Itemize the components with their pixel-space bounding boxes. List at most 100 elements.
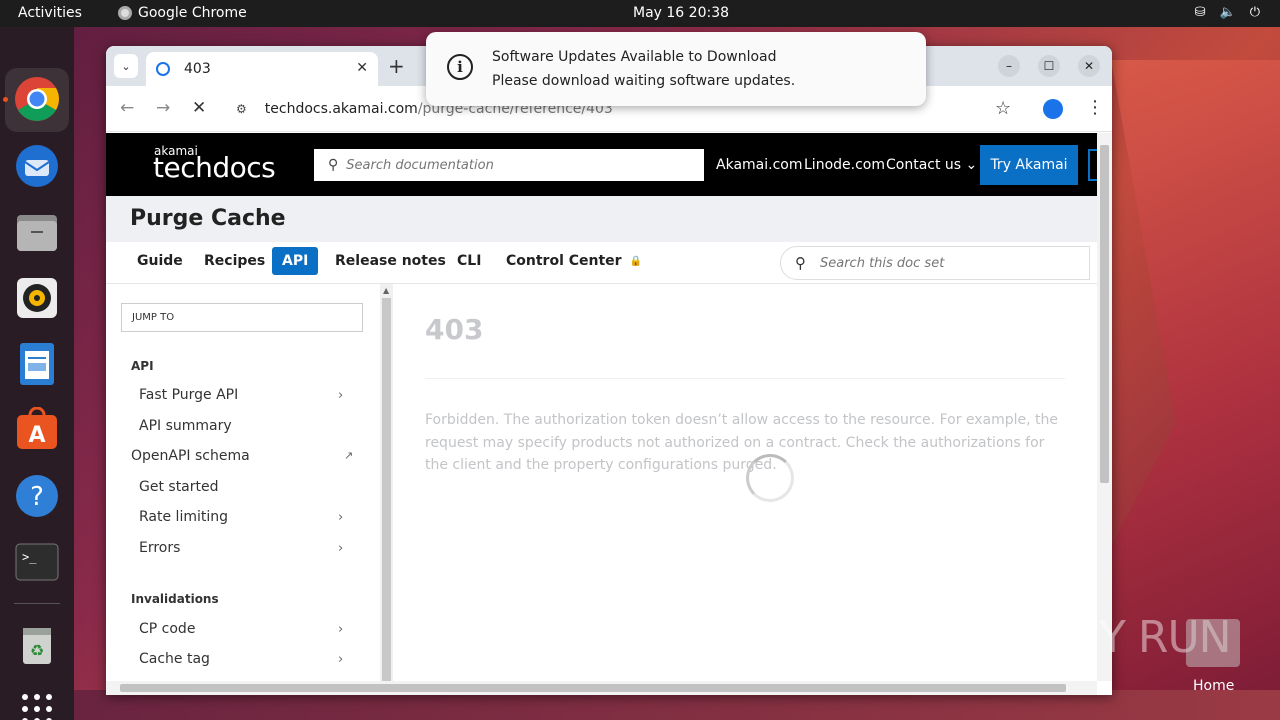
- sidebar-section-api: API: [131, 359, 154, 373]
- info-icon: i: [447, 54, 473, 80]
- tab-guide[interactable]: Guide: [127, 247, 193, 275]
- try-akamai-button[interactable]: Try Akamai: [980, 145, 1078, 185]
- tab-release-notes[interactable]: Release notes: [325, 247, 456, 275]
- tab-title: 403: [184, 61, 211, 77]
- minimize-button[interactable]: –: [998, 55, 1020, 77]
- sidebar-item-errors[interactable]: Errors: [139, 540, 180, 556]
- contact-us-link[interactable]: Contact us ⌄: [886, 157, 977, 173]
- show-apps-icon[interactable]: [13, 685, 61, 720]
- sidebar-scrollbar[interactable]: ▲: [380, 284, 393, 681]
- profile-avatar[interactable]: [1043, 99, 1063, 119]
- sidebar-section-invalidations: Invalidations: [131, 592, 219, 606]
- close-tab-icon[interactable]: ✕: [356, 60, 368, 76]
- sidebar-scroll-thumb[interactable]: [382, 298, 391, 681]
- tab-control-center[interactable]: Control Center 🔒: [496, 247, 652, 275]
- partial-button-edge: [1088, 149, 1097, 181]
- chrome-icon: [118, 6, 132, 20]
- site-info-icon[interactable]: ⚙: [236, 102, 247, 116]
- docs-search-input[interactable]: [346, 157, 677, 173]
- divider: [425, 378, 1065, 379]
- sidebar-item-get-started[interactable]: Get started: [139, 479, 219, 495]
- svg-text:♻: ♻: [30, 641, 44, 660]
- docset-search-input[interactable]: [820, 255, 1050, 271]
- jump-to-select[interactable]: JUMP TO: [121, 303, 363, 332]
- svg-text:>_: >_: [22, 550, 37, 564]
- sidebar-item-cp-code[interactable]: CP code: [139, 621, 195, 637]
- dock: A ? >_ ♻: [0, 27, 74, 720]
- search-icon: ⚲: [328, 157, 339, 173]
- app-menu[interactable]: Google Chrome: [118, 5, 247, 21]
- tab-recipes[interactable]: Recipes: [194, 247, 275, 275]
- power-icon: ⏻: [1249, 5, 1260, 20]
- scroll-up-arrow-icon[interactable]: ▲: [383, 286, 389, 295]
- chevron-right-icon[interactable]: ›: [338, 622, 343, 637]
- external-link-icon: ↗: [344, 449, 354, 462]
- activities-button[interactable]: Activities: [18, 5, 82, 21]
- chevron-down-icon: ⌄: [965, 157, 978, 173]
- sidebar-item-fast-purge-api[interactable]: Fast Purge API: [139, 387, 238, 403]
- system-tray[interactable]: ⛁ 🔈 ⏻: [1195, 5, 1260, 20]
- site-header: akamai techdocs ⚲ Akamai.com Linode.com …: [106, 133, 1097, 196]
- svg-text:?: ?: [30, 482, 44, 512]
- menu-kebab-icon[interactable]: ⋮: [1086, 97, 1104, 118]
- sidebar-item-cache-tag[interactable]: Cache tag: [139, 651, 210, 667]
- back-button[interactable]: ←: [120, 98, 134, 118]
- horizontal-scroll-thumb[interactable]: [120, 684, 1066, 692]
- thunderbird-icon[interactable]: [13, 142, 61, 190]
- akamai-com-link[interactable]: Akamai.com: [716, 157, 802, 173]
- browser-tab[interactable]: 403 ✕: [146, 52, 378, 86]
- home-folder-label[interactable]: Home: [1193, 678, 1234, 694]
- lock-icon: 🔒: [629, 255, 643, 267]
- bookmark-star-icon[interactable]: ☆: [995, 98, 1011, 119]
- chevron-right-icon[interactable]: ›: [338, 510, 343, 525]
- rhythmbox-icon[interactable]: [13, 274, 61, 322]
- vertical-scroll-thumb[interactable]: [1100, 145, 1109, 483]
- tab-search-button[interactable]: ⌄: [114, 54, 138, 78]
- tab-api[interactable]: API: [272, 247, 319, 275]
- new-tab-button[interactable]: +: [388, 54, 405, 78]
- network-icon: ⛁: [1194, 5, 1206, 20]
- tab-cli[interactable]: CLI: [447, 247, 491, 275]
- help-icon[interactable]: ?: [13, 472, 61, 520]
- chevron-right-icon[interactable]: ›: [338, 388, 343, 403]
- chrome-window: ⌄ 403 ✕ + – ☐ ✕ ← → ✕ ⚙ techdocs.akamai.…: [106, 46, 1112, 695]
- chrome-dock-icon[interactable]: [13, 75, 61, 123]
- sidebar: JUMP TO API Fast Purge API › API summary…: [106, 284, 380, 681]
- page-vertical-scrollbar[interactable]: [1097, 133, 1112, 681]
- error-description: Forbidden. The authorization token doesn…: [425, 412, 1059, 473]
- logo-techdocs-text[interactable]: techdocs: [153, 151, 276, 184]
- page-heading: 403: [425, 313, 484, 346]
- tab-control-center-label: Control Center: [506, 253, 622, 269]
- chevron-right-icon[interactable]: ›: [338, 652, 343, 667]
- update-notification[interactable]: i Software Updates Available to Download…: [426, 32, 926, 106]
- maximize-button[interactable]: ☐: [1038, 55, 1060, 77]
- notification-body: Please download waiting software updates…: [492, 73, 796, 89]
- docset-search-box[interactable]: ⚲: [780, 246, 1090, 280]
- notification-title: Software Updates Available to Download: [492, 49, 777, 65]
- loading-favicon-icon: [156, 62, 170, 76]
- docs-search-box[interactable]: ⚲: [314, 149, 704, 181]
- trash-icon[interactable]: ♻: [13, 621, 61, 669]
- dock-separator: [14, 603, 60, 604]
- writer-icon[interactable]: [13, 340, 61, 388]
- sidebar-item-rate-limiting[interactable]: Rate limiting: [139, 509, 228, 525]
- close-window-button[interactable]: ✕: [1078, 55, 1100, 77]
- sidebar-item-api-summary[interactable]: API summary: [139, 418, 232, 434]
- contact-us-label: Contact us: [886, 157, 962, 173]
- stop-loading-button[interactable]: ✕: [192, 98, 206, 118]
- sidebar-item-openapi-schema[interactable]: OpenAPI schema: [131, 448, 250, 464]
- home-folder-icon[interactable]: [1186, 619, 1240, 667]
- main-content: 403 Forbidden. The authorization token d…: [394, 284, 1097, 681]
- forward-button[interactable]: →: [156, 98, 170, 118]
- clock[interactable]: May 16 20:38: [633, 5, 729, 21]
- chevron-right-icon[interactable]: ›: [338, 541, 343, 556]
- linode-com-link[interactable]: Linode.com: [804, 157, 885, 173]
- url-host: techdocs.akamai.com: [264, 101, 418, 117]
- chevron-down-icon: ⌄: [121, 59, 131, 73]
- files-icon[interactable]: [13, 208, 61, 256]
- terminal-icon[interactable]: >_: [13, 538, 61, 586]
- page-horizontal-scrollbar[interactable]: [106, 681, 1097, 695]
- volume-icon: 🔈: [1219, 5, 1236, 20]
- page-viewport: akamai techdocs ⚲ Akamai.com Linode.com …: [106, 133, 1097, 681]
- app-center-icon[interactable]: A: [13, 406, 61, 454]
